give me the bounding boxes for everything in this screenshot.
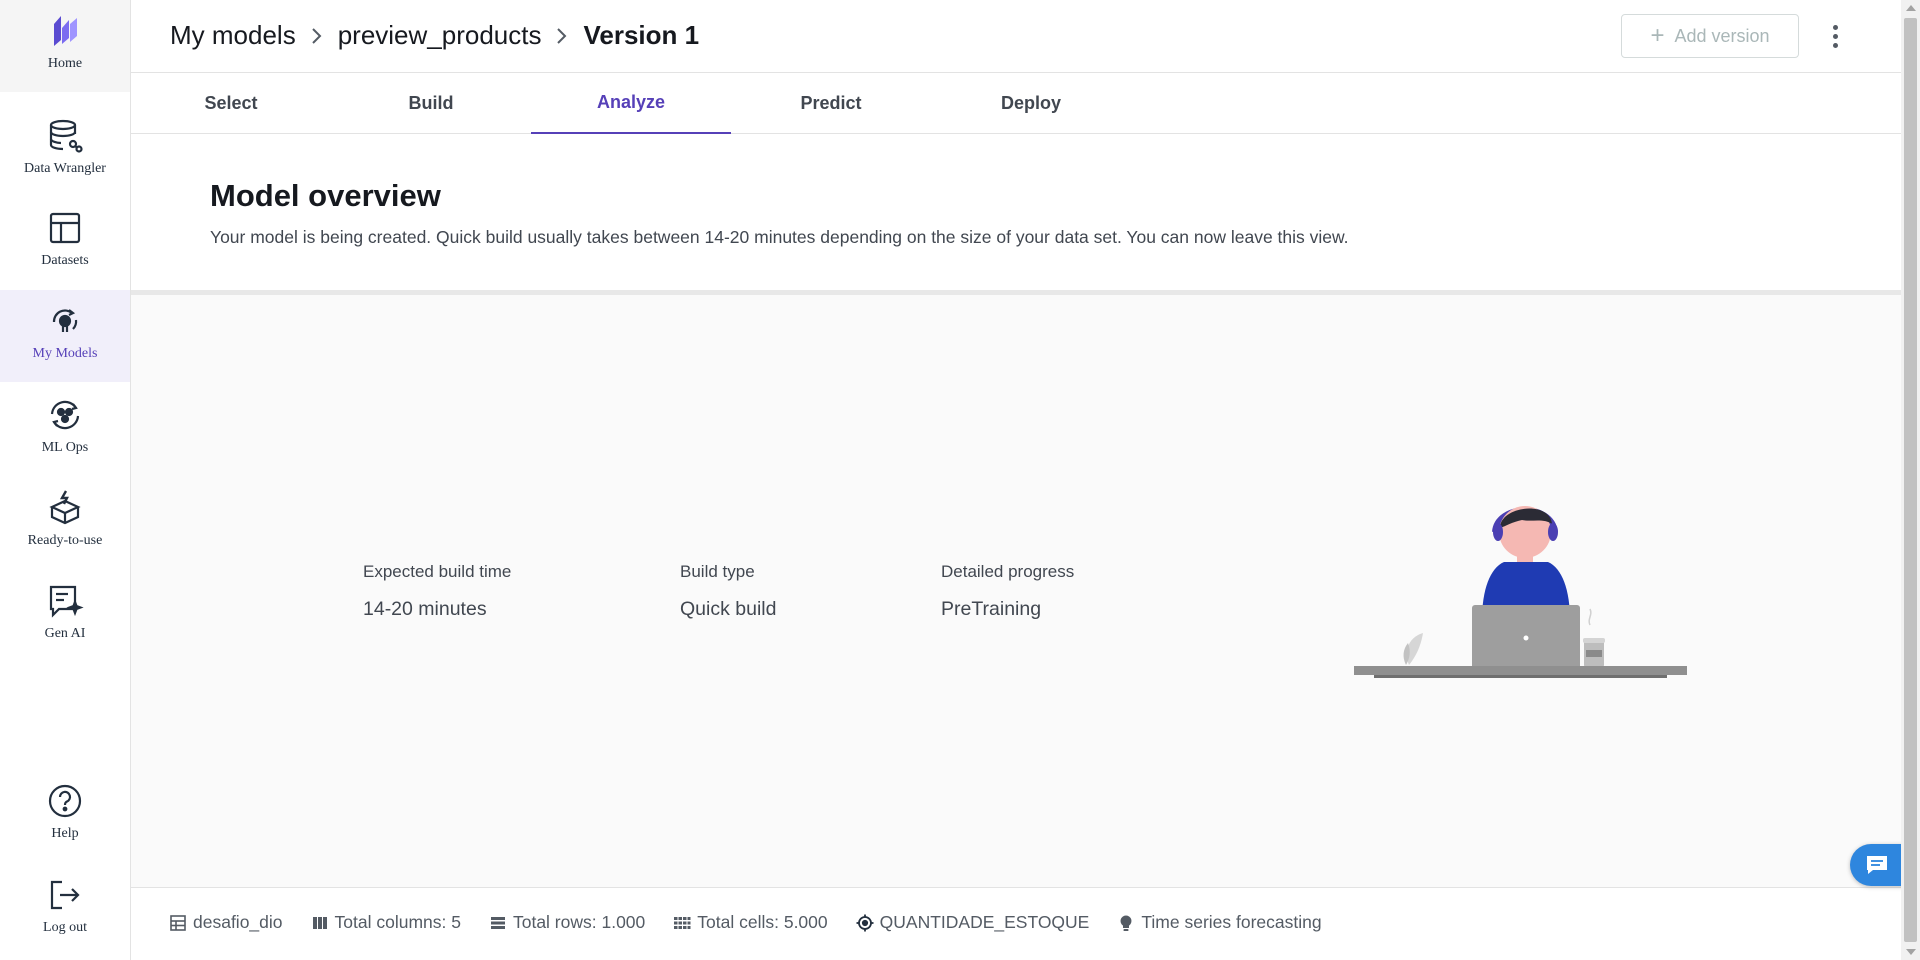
sidebar-item-label: Log out xyxy=(43,920,87,935)
page-header: My models preview_products Version 1 + A… xyxy=(131,0,1901,73)
sidebar-item-label: Gen AI xyxy=(44,626,86,641)
logout-icon xyxy=(50,880,80,910)
sidebar-item-label: ML Ops xyxy=(41,440,89,455)
add-version-label: Add version xyxy=(1674,25,1770,46)
gen-ai-icon xyxy=(49,585,84,618)
stat-expected-build-time: Expected build time 14-20 minutes xyxy=(363,562,511,621)
stat-label: Build type xyxy=(680,562,755,581)
stat-value: Quick build xyxy=(680,598,777,620)
add-version-button[interactable]: + Add version xyxy=(1621,14,1799,58)
sidebar-item-datasets[interactable]: Datasets xyxy=(0,197,130,289)
problem-type: Time series forecasting xyxy=(1141,912,1322,932)
tab-deploy[interactable]: Deploy xyxy=(931,73,1131,134)
footer-target-column: QUANTIDADE_ESTOQUE xyxy=(856,912,1090,933)
table-icon xyxy=(170,914,186,931)
lightbulb-icon xyxy=(1120,915,1132,931)
dataset-info-footer: desafio_dio Total columns: 5 Total rows:… xyxy=(131,887,1901,960)
sidebar: Home Data Wrangler Datasets My Models ML… xyxy=(0,0,131,960)
footer-problem-type: Time series forecasting xyxy=(1117,912,1322,933)
build-status-panel: Expected build time 14-20 minutes Build … xyxy=(131,295,1901,887)
overview-description: Your model is being created. Quick build… xyxy=(210,227,1349,247)
page-title: Model overview xyxy=(210,178,441,213)
sidebar-item-label: Home xyxy=(47,56,83,71)
footer-dataset: desafio_dio xyxy=(169,912,283,933)
breadcrumb: My models preview_products Version 1 xyxy=(170,20,699,51)
model-overview-section: Model overview Your model is being creat… xyxy=(131,134,1901,290)
tab-analyze[interactable]: Analyze xyxy=(531,73,731,134)
model-tabs: Select Build Analyze Predict Deploy xyxy=(131,73,1901,134)
models-icon xyxy=(52,309,78,332)
stat-label: Detailed progress xyxy=(941,562,1075,581)
footer-total-cells: Total cells: 5.000 xyxy=(673,912,828,933)
sidebar-item-log-out[interactable]: Log out xyxy=(0,864,130,956)
sidebar-item-label: Ready-to-use xyxy=(27,533,103,548)
sidebar-item-gen-ai[interactable]: Gen AI xyxy=(0,570,130,662)
total-columns: Total columns: 5 xyxy=(334,912,461,932)
stat-value: 14-20 minutes xyxy=(363,598,487,620)
chevron-right-icon xyxy=(555,26,569,46)
total-rows: Total rows: 1.000 xyxy=(512,912,646,932)
chat-support-button[interactable] xyxy=(1850,844,1904,886)
sidebar-item-ml-ops[interactable]: ML Ops xyxy=(0,384,130,476)
tab-predict[interactable]: Predict xyxy=(731,73,931,134)
mlops-icon xyxy=(50,400,80,430)
datasets-icon xyxy=(49,212,81,244)
columns-icon xyxy=(312,916,327,929)
target-icon xyxy=(856,914,874,931)
sidebar-item-home[interactable]: Home xyxy=(0,0,130,92)
tab-select[interactable]: Select xyxy=(131,73,331,134)
stat-label: Expected build time xyxy=(363,562,512,581)
footer-total-rows: Total rows: 1.000 xyxy=(489,912,645,933)
plus-icon: + xyxy=(1650,22,1665,49)
scrollbar-thumb[interactable] xyxy=(1904,18,1917,942)
sidebar-item-label: My Models xyxy=(32,346,98,361)
tab-build[interactable]: Build xyxy=(331,73,531,134)
target-column: QUANTIDADE_ESTOQUE xyxy=(879,912,1090,932)
dataset-name: desafio_dio xyxy=(193,912,283,932)
scroll-down-arrow-icon[interactable] xyxy=(1906,949,1916,955)
total-cells: Total cells: 5.000 xyxy=(697,912,828,932)
footer-total-columns: Total columns: 5 xyxy=(311,912,461,933)
stat-detailed-progress: Detailed progress PreTraining xyxy=(941,562,1074,621)
canvas-logo-icon xyxy=(54,16,77,46)
scroll-up-arrow-icon[interactable] xyxy=(1906,5,1916,11)
data-wrangler-icon xyxy=(49,119,83,153)
sidebar-item-label: Datasets xyxy=(41,253,89,268)
more-options-icon[interactable] xyxy=(1821,22,1849,50)
rows-icon xyxy=(490,916,505,929)
chat-icon xyxy=(1867,856,1887,874)
sidebar-item-help[interactable]: Help xyxy=(0,770,130,862)
help-icon xyxy=(48,784,82,818)
cells-grid-icon xyxy=(674,916,691,929)
breadcrumb-version: Version 1 xyxy=(583,20,700,50)
sidebar-item-label: Data Wrangler xyxy=(24,161,106,176)
person-at-laptop-illustration xyxy=(1354,506,1687,678)
sidebar-item-label: Help xyxy=(51,826,79,841)
vertical-scrollbar[interactable] xyxy=(1901,0,1920,960)
stat-value: PreTraining xyxy=(941,598,1042,620)
breadcrumb-model-name[interactable]: preview_products xyxy=(338,20,542,51)
sidebar-item-my-models[interactable]: My Models xyxy=(0,290,130,382)
sidebar-item-data-wrangler[interactable]: Data Wrangler xyxy=(0,105,130,197)
ready-to-use-icon xyxy=(49,490,81,525)
stat-build-type: Build type Quick build xyxy=(680,562,776,621)
chevron-right-icon xyxy=(310,26,324,46)
sidebar-item-ready-to-use[interactable]: Ready-to-use xyxy=(0,477,130,569)
breadcrumb-my-models[interactable]: My models xyxy=(170,20,296,51)
